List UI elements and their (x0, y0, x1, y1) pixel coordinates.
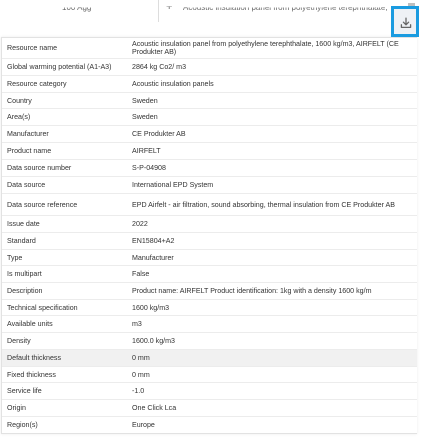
detail-value: 2864 kg Co2/ m3 (132, 62, 187, 71)
detail-label: Type (7, 253, 23, 262)
detail-row-data-source-reference: Data source reference EPD Airfelt - air … (2, 194, 417, 216)
detail-label: Service life (7, 386, 42, 395)
detail-label: Issue date (7, 219, 40, 228)
detail-row-type: Type Manufacturer (2, 250, 417, 266)
detail-row-regions: Region(s) Europe (2, 417, 417, 433)
detail-value: Europe (132, 420, 155, 429)
detail-label: Description (7, 286, 43, 295)
detail-label: Data source reference (7, 200, 78, 209)
detail-row-issue-date: Issue date 2022 (2, 216, 417, 233)
detail-label: Product name (7, 146, 52, 155)
download-button[interactable] (391, 6, 419, 37)
detail-row-origin: Origin One Click Lca (2, 400, 417, 417)
detail-label: Area(s) (7, 112, 31, 121)
resource-details-panel: Resource name Acoustic insulation panel … (1, 37, 417, 434)
detail-label: Origin (7, 403, 26, 412)
detail-row-resource-category: Resource category Acoustic insulation pa… (2, 76, 417, 93)
detail-row-is-multipart: Is multipart False (2, 266, 417, 283)
detail-value: 1600 kg/m3 (132, 303, 170, 312)
detail-value: 0 mm (132, 370, 150, 379)
detail-value: Sweden (132, 96, 158, 105)
detail-row-service-life: Service life -1.0 (2, 383, 417, 400)
detail-label: Global warming potential (A1-A3) (7, 62, 112, 71)
detail-value: Manufacturer (132, 253, 174, 262)
detail-row-resource-name: Resource name Acoustic insulation panel … (2, 38, 417, 59)
detail-value: Acoustic insulation panels (132, 79, 214, 88)
detail-value: Sweden (132, 112, 158, 121)
detail-row-product-name: Product name AIRFELT (2, 143, 417, 160)
detail-label: Region(s) (7, 420, 38, 429)
detail-value: CE Produkter AB (132, 129, 186, 138)
background-left-text: 100 Agg (62, 3, 92, 13)
detail-value: EN15804+A2 (132, 236, 175, 245)
detail-row-areas: Area(s) Sweden (2, 109, 417, 126)
detail-label: Manufacturer (7, 129, 49, 138)
detail-row-data-source: Data source International EPD System (2, 177, 417, 194)
detail-label: Standard (7, 236, 36, 245)
detail-value: 0 mm (132, 353, 150, 362)
detail-row-gwp: Global warming potential (A1-A3) 2864 kg… (2, 59, 417, 76)
detail-value: EPD Airfelt - air filtration, sound abso… (132, 200, 395, 209)
detail-row-fixed-thickness: Fixed thickness 0 mm (2, 367, 417, 383)
detail-row-standard: Standard EN15804+A2 (2, 233, 417, 250)
detail-row-available-units: Available units m3 (2, 316, 417, 333)
detail-value: Acoustic insulation panel from polyethyl… (132, 39, 399, 56)
detail-label: Default thickness (7, 353, 62, 362)
detail-value: 2022 (132, 219, 148, 228)
detail-value: AIRFELT (132, 146, 161, 155)
detail-value: International EPD System (132, 180, 214, 189)
detail-label: Data source (7, 180, 46, 189)
detail-row-technical-specification: Technical specification 1600 kg/m3 (2, 300, 417, 316)
background-strip: 100 Agg + Acoustic insulation panel from… (0, 0, 427, 24)
background-divider (158, 0, 159, 22)
detail-label: Data source number (7, 163, 72, 172)
detail-row-manufacturer: Manufacturer CE Produkter AB (2, 126, 417, 143)
detail-value: m3 (132, 319, 142, 328)
detail-value: 1600.0 kg/m3 (132, 336, 175, 345)
detail-label: Is multipart (7, 269, 42, 278)
detail-row-country: Country Sweden (2, 93, 417, 109)
detail-value: -1.0 (132, 386, 145, 395)
detail-row-data-source-number: Data source number S-P-04908 (2, 160, 417, 177)
detail-row-density: Density 1600.0 kg/m3 (2, 333, 417, 350)
detail-label: Resource name (7, 43, 58, 52)
detail-value: S-P-04908 (132, 163, 166, 172)
detail-label: Resource category (7, 79, 67, 88)
detail-label: Available units (7, 319, 53, 328)
detail-value: False (132, 269, 150, 278)
plus-icon: + (166, 1, 173, 13)
detail-label: Density (7, 336, 31, 345)
detail-label: Country (7, 96, 32, 105)
detail-value: Product name: AIRFELT Product identifica… (132, 286, 372, 295)
detail-label: Technical specification (7, 303, 78, 312)
detail-value: One Click Lca (132, 403, 177, 412)
detail-row-default-thickness: Default thickness 0 mm (2, 350, 417, 367)
detail-row-description: Description Product name: AIRFELT Produc… (2, 283, 417, 300)
background-resource-text: Acoustic insulation panel from polyethyl… (183, 3, 388, 13)
detail-label: Fixed thickness (7, 370, 56, 379)
